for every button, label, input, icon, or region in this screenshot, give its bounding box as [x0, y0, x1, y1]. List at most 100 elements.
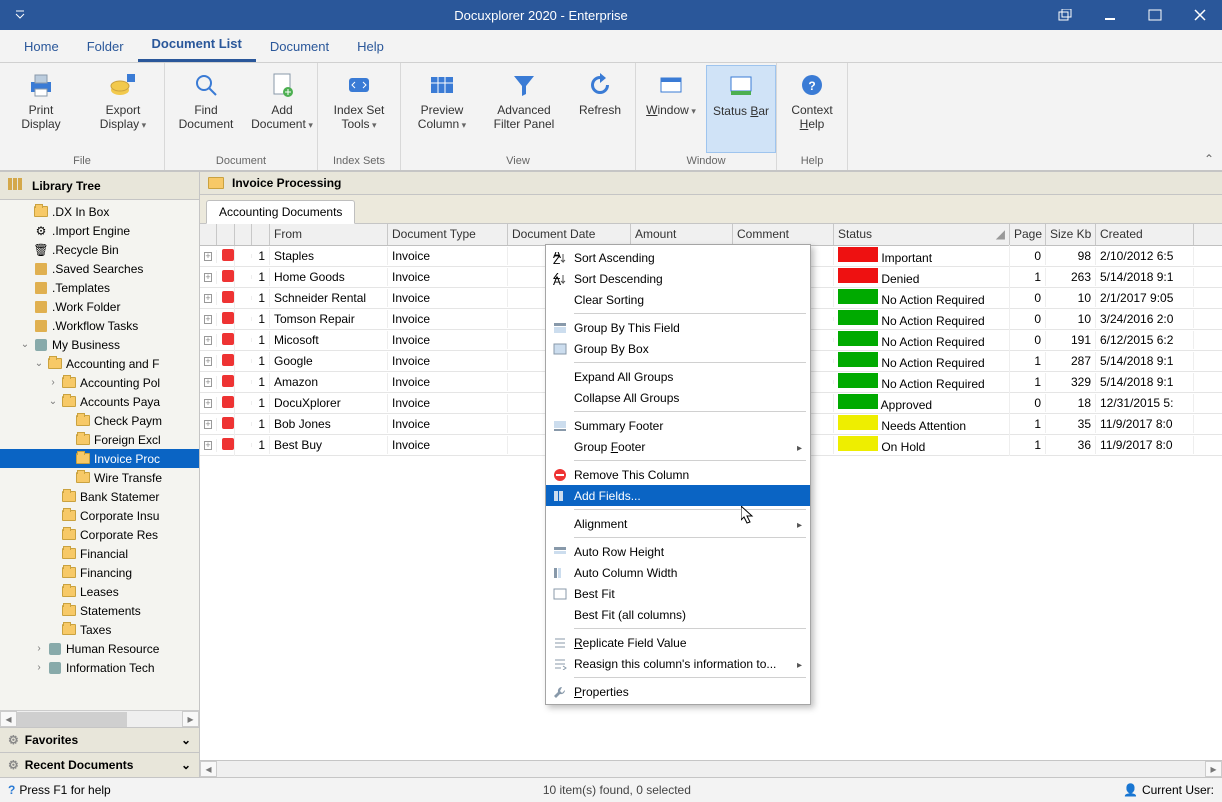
menu-best-fit[interactable]: Best Fit [546, 583, 810, 604]
folder-icon [61, 623, 77, 637]
tree-node[interactable]: Financial [0, 544, 199, 563]
menu-replicate-field-value[interactable]: Replicate Field Value [546, 632, 810, 653]
column-header[interactable] [252, 224, 270, 245]
menu-group-by-box[interactable]: Group By Box [546, 338, 810, 359]
menu-summary-footer[interactable]: Summary Footer [546, 415, 810, 436]
status-help-text: Press F1 for help [19, 783, 110, 797]
tab-home[interactable]: Home [10, 33, 73, 62]
status-help: ? Press F1 for help [8, 783, 111, 797]
chevron-down-icon: ⌄ [181, 758, 191, 772]
column-header[interactable]: Created [1096, 224, 1194, 245]
window-maximize-button[interactable] [1132, 0, 1177, 30]
column-header[interactable]: Status◢ [834, 224, 1010, 245]
column-header[interactable] [200, 224, 217, 245]
tree-node[interactable]: Statements [0, 601, 199, 620]
addf-icon [550, 490, 570, 502]
tree-node[interactable]: Check Paym [0, 411, 199, 430]
window-restore-button[interactable] [1042, 0, 1087, 30]
tree-node[interactable]: Taxes [0, 620, 199, 639]
tree-node[interactable]: Invoice Proc [0, 449, 199, 468]
library-tree[interactable]: .DX In Box⚙.Import Engine🗑.Recycle Bin.S… [0, 200, 199, 710]
tree-hscrollbar[interactable]: ◂▸ [0, 710, 199, 727]
tree-node[interactable]: .DX In Box [0, 202, 199, 221]
tab-folder[interactable]: Folder [73, 33, 138, 62]
ribbon-window-button[interactable]: Window [636, 65, 706, 153]
menu-auto-column-width[interactable]: Auto Column Width [546, 562, 810, 583]
refresh-icon [584, 69, 616, 101]
tree-node[interactable]: .Workflow Tasks [0, 316, 199, 335]
favorites-panel[interactable]: ⚙Favorites ⌄ [0, 727, 199, 752]
folder-open-icon [208, 177, 224, 189]
tree-node[interactable]: ⚙.Import Engine [0, 221, 199, 240]
groupbox-icon [550, 343, 570, 355]
ribbon-print-display-button[interactable]: Print Display [0, 65, 82, 153]
column-header[interactable]: From [270, 224, 388, 245]
tree-node[interactable]: Leases [0, 582, 199, 601]
tree-node[interactable]: Wire Transfe [0, 468, 199, 487]
column-context-menu[interactable]: AZSort AscendingZASort DescendingClear S… [545, 244, 811, 705]
tree-node[interactable]: ›Accounting Pol [0, 373, 199, 392]
menu-sort-ascending[interactable]: AZSort Ascending [546, 247, 810, 268]
menu-best-fit-all-columns[interactable]: Best Fit (all columns) [546, 604, 810, 625]
folder-icon [61, 604, 77, 618]
ribbon-refresh-button[interactable]: Refresh [565, 65, 635, 153]
tab-document[interactable]: Document [256, 33, 343, 62]
column-header[interactable]: Size Kb [1046, 224, 1096, 245]
menu-properties[interactable]: Properties [546, 681, 810, 702]
tree-node[interactable]: ›Information Tech [0, 658, 199, 677]
ribbon-preview-column-button[interactable]: Preview Column [401, 65, 483, 153]
tree-node[interactable]: Corporate Res [0, 525, 199, 544]
tree-node[interactable]: Corporate Insu [0, 506, 199, 525]
menu-reasign-this-column-s-information-to[interactable]: Reasign this column's information to... [546, 653, 810, 674]
ribbon-collapse-button[interactable]: ⌃ [1204, 152, 1214, 166]
tree-node[interactable]: ⌄My Business [0, 335, 199, 354]
column-header[interactable]: Page [1010, 224, 1046, 245]
add-doc-icon [266, 69, 298, 101]
tree-node[interactable]: ⌄Accounts Paya [0, 392, 199, 411]
menu-alignment[interactable]: Alignment [546, 513, 810, 534]
ribbon-index-set-tools-button[interactable]: Index Set Tools [318, 65, 400, 153]
menu-clear-sorting[interactable]: Clear Sorting [546, 289, 810, 310]
column-header[interactable]: Document Type [388, 224, 508, 245]
tree-node[interactable]: ›Human Resource [0, 639, 199, 658]
tree-node[interactable]: Foreign Excl [0, 430, 199, 449]
folder-icon [61, 490, 77, 504]
menu-remove-this-column[interactable]: Remove This Column [546, 464, 810, 485]
window-close-button[interactable] [1177, 0, 1222, 30]
quick-access-dropdown[interactable] [0, 10, 40, 20]
menu-auto-row-height[interactable]: Auto Row Height [546, 541, 810, 562]
tab-help[interactable]: Help [343, 33, 398, 62]
ribbon-export-display-button[interactable]: Export Display [82, 65, 164, 153]
column-header[interactable]: Document Date [508, 224, 631, 245]
ribbon-advanced-filter-panel-button[interactable]: Advanced Filter Panel [483, 65, 565, 153]
folder-icon [61, 528, 77, 542]
ribbon-find-document-button[interactable]: Find Document [165, 65, 247, 153]
window-icon [655, 69, 687, 101]
tab-document-list[interactable]: Document List [138, 30, 256, 62]
tree-node[interactable]: ⌄Accounting and F [0, 354, 199, 373]
menu-expand-all-groups[interactable]: Expand All Groups [546, 366, 810, 387]
column-header[interactable] [235, 224, 252, 245]
tree-node[interactable]: .Saved Searches [0, 259, 199, 278]
grid-header[interactable]: FromDocument TypeDocument DateAmountComm… [200, 224, 1222, 246]
column-header[interactable]: Amount [631, 224, 733, 245]
tab-accounting-documents[interactable]: Accounting Documents [206, 200, 355, 224]
tree-node[interactable]: 🗑.Recycle Bin [0, 240, 199, 259]
menu-group-by-this-field[interactable]: Group By This Field [546, 317, 810, 338]
tree-node[interactable]: .Work Folder [0, 297, 199, 316]
window-minimize-button[interactable] [1087, 0, 1132, 30]
tree-node[interactable]: Financing [0, 563, 199, 582]
menu-collapse-all-groups[interactable]: Collapse All Groups [546, 387, 810, 408]
column-header[interactable] [217, 224, 235, 245]
column-header[interactable]: Comment [733, 224, 834, 245]
menu-group-footer[interactable]: Group Footer [546, 436, 810, 457]
tree-node[interactable]: Bank Statemer [0, 487, 199, 506]
recent-documents-panel[interactable]: ⚙Recent Documents ⌄ [0, 752, 199, 777]
menu-add-fields[interactable]: Add Fields... [546, 485, 810, 506]
ribbon-context-help-button[interactable]: ?Context Help [777, 65, 847, 153]
ribbon-status-bar-button[interactable]: Status Bar [706, 65, 776, 153]
menu-sort-descending[interactable]: ZASort Descending [546, 268, 810, 289]
grid-hscrollbar[interactable]: ◂▸ [200, 760, 1222, 777]
tree-node[interactable]: .Templates [0, 278, 199, 297]
ribbon-add-document-button[interactable]: Add Document [247, 65, 317, 153]
